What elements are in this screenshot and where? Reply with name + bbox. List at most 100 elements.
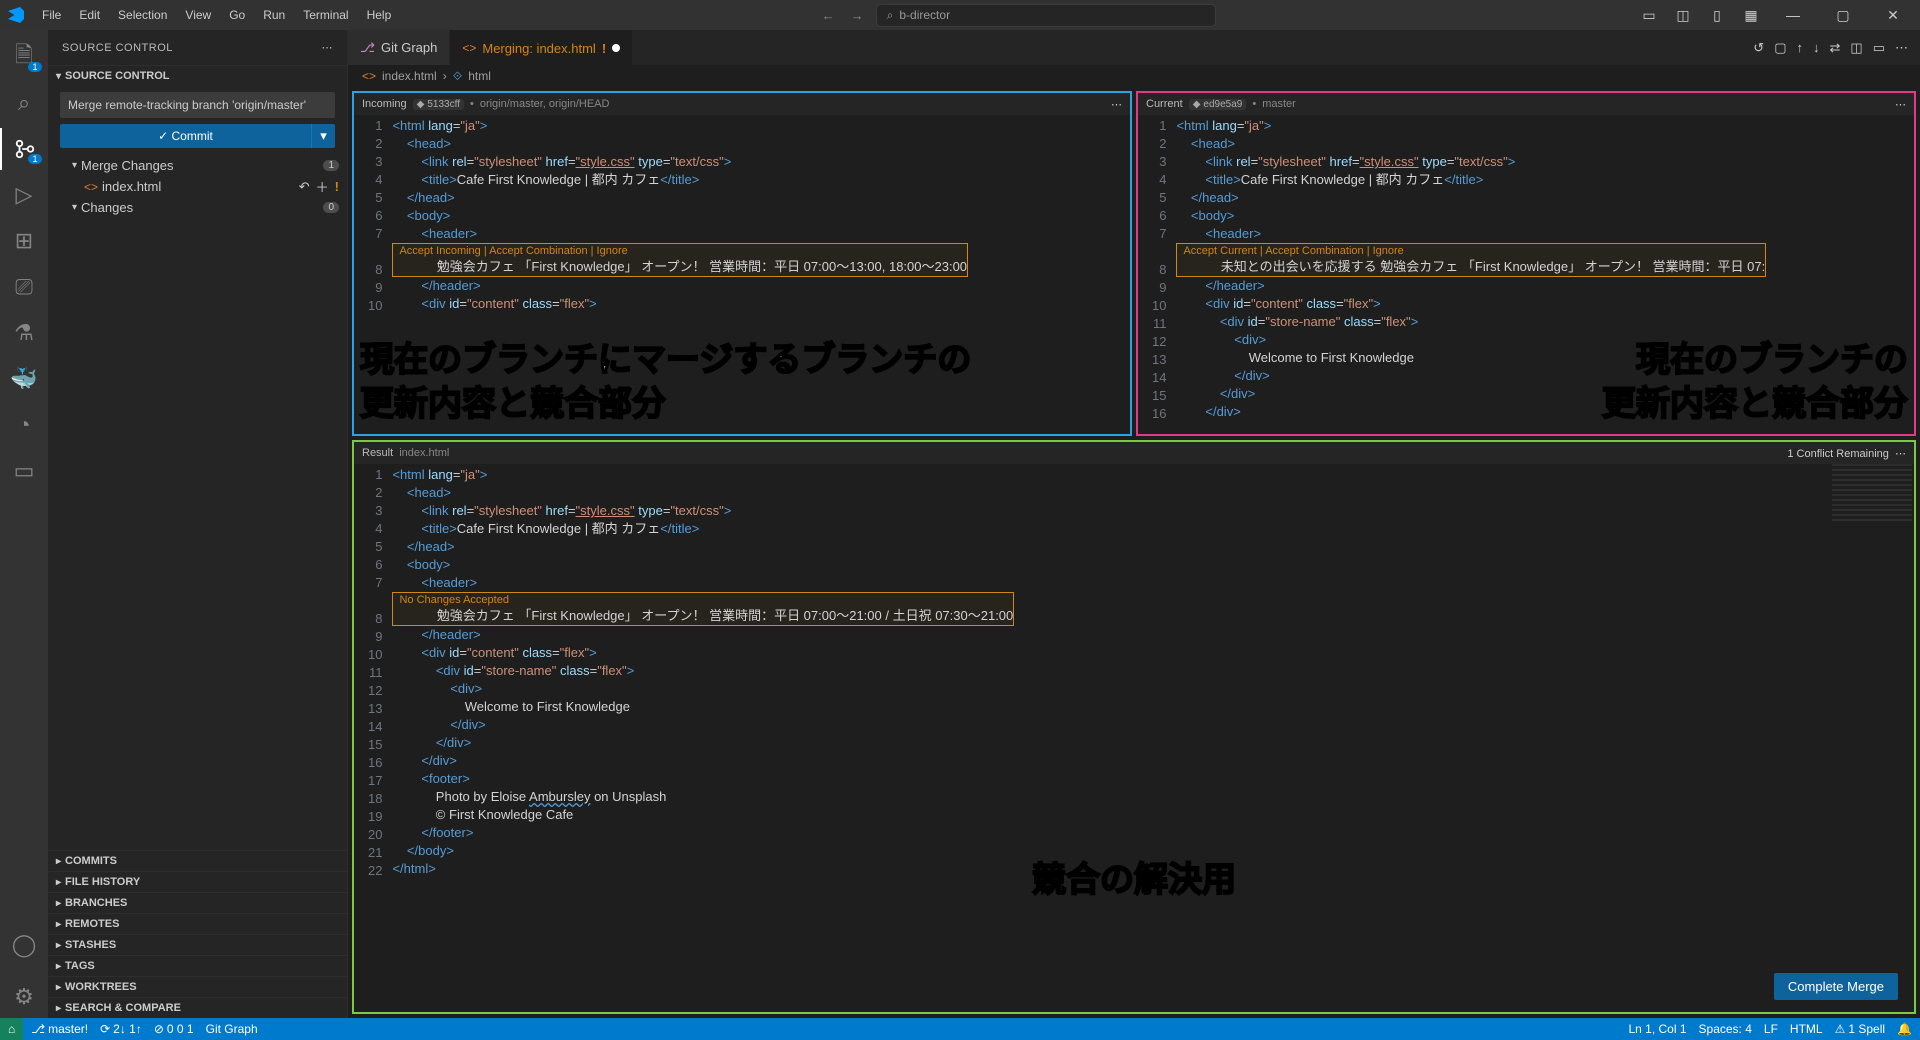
result-more[interactable]: ⋯ [1895, 448, 1906, 460]
layout-toggle-sidebar[interactable]: ◫ [1668, 0, 1698, 30]
menu-terminal[interactable]: Terminal [295, 4, 356, 26]
result-title: Result [362, 447, 393, 459]
status-sync[interactable]: ⟳ 2↓ 1↑ [100, 1022, 142, 1036]
menu-view[interactable]: View [177, 4, 219, 26]
section-file-history[interactable]: ▸FILE HISTORY [48, 871, 347, 892]
status-cursor[interactable]: Ln 1, Col 1 [1628, 1022, 1686, 1036]
status-problems[interactable]: ⊘ 0 0 1 [154, 1022, 194, 1036]
stage-icon[interactable]: ＋ [316, 177, 329, 196]
status-spell[interactable]: ⚠ 1 Spell [1835, 1022, 1885, 1036]
breadcrumb[interactable]: <>index.html›⟐html [348, 65, 1920, 87]
layout-toggle-panel[interactable]: ▭ [1634, 0, 1664, 30]
discard-icon[interactable]: ↶ [299, 179, 310, 195]
incoming-more[interactable]: ⋯ [1111, 98, 1122, 111]
incoming-branch: origin/master, origin/HEAD [480, 98, 610, 110]
activity-bar: 🗎1 ⌕ 1 ▷ ⊞ ⎚ ⚗ 🐳 ◔ ▭ ◯ ⚙ [0, 30, 48, 1018]
complete-merge-button[interactable]: Complete Merge [1774, 973, 1898, 1000]
section-branches[interactable]: ▸BRANCHES [48, 892, 347, 913]
status-language[interactable]: HTML [1790, 1022, 1823, 1036]
remote-indicator[interactable]: ⌂ [0, 1018, 23, 1040]
nav-back[interactable]: ← [818, 8, 839, 23]
menu-run[interactable]: Run [255, 4, 293, 26]
commit-message-input[interactable]: Merge remote-tracking branch 'origin/mas… [60, 92, 335, 118]
tab-git-graph[interactable]: ⎇Git Graph [348, 30, 450, 65]
editor-area: ⎇Git Graph <>Merging: index.html! ↺ ▢ ↑ … [348, 30, 1920, 1018]
window-close[interactable]: ✕ [1870, 0, 1916, 30]
menu-go[interactable]: Go [221, 4, 253, 26]
status-git-graph[interactable]: Git Graph [206, 1022, 258, 1036]
tab-merging[interactable]: <>Merging: index.html! [450, 30, 633, 65]
window-minimize[interactable]: — [1770, 0, 1816, 30]
menu-file[interactable]: File [34, 4, 69, 26]
editor-action-prev-change[interactable]: ↑ [1797, 40, 1804, 55]
incoming-title: Incoming [362, 98, 407, 110]
conflict-marker: ! [335, 179, 339, 194]
editor-action-split[interactable]: ▭ [1873, 40, 1885, 56]
sidebar-title: SOURCE CONTROL [62, 42, 173, 54]
result-pane: Result index.html 1 Conflict Remaining ⋯… [352, 440, 1916, 1014]
incoming-actions[interactable]: Accept Incoming | Accept Combination | I… [393, 244, 967, 258]
editor-action-history[interactable]: ↺ [1753, 40, 1764, 56]
current-commit[interactable]: ◆ ed9e5a9 [1189, 99, 1247, 110]
activity-testing[interactable]: ⚗ [0, 312, 48, 354]
current-actions[interactable]: Accept Current | Accept Combination | Ig… [1177, 244, 1765, 258]
activity-timeline[interactable]: ◔ [0, 404, 48, 446]
status-indentation[interactable]: Spaces: 4 [1699, 1022, 1752, 1036]
vscode-icon [8, 7, 24, 23]
unsaved-dot-icon [612, 44, 620, 52]
activity-scm[interactable]: 1 [0, 128, 48, 170]
status-branch[interactable]: ⎇ master! [31, 1022, 88, 1036]
current-editor[interactable]: 1234567 8910111213141516 <html lang="ja"… [1138, 115, 1914, 434]
command-center[interactable]: ⌕ b-director [876, 4, 1216, 27]
editor-action-more[interactable]: ⋯ [1895, 40, 1908, 56]
activity-explorer[interactable]: 🗎1 [0, 36, 48, 78]
menu-help[interactable]: Help [359, 4, 400, 26]
incoming-pane: Incoming ◆ 5133cff • origin/master, orig… [352, 91, 1132, 436]
activity-remote[interactable]: ⎚ [0, 266, 48, 308]
commit-dropdown[interactable]: ▾ [311, 124, 335, 148]
activity-run-debug[interactable]: ▷ [0, 174, 48, 216]
section-worktrees[interactable]: ▸WORKTREES [48, 976, 347, 997]
status-notifications[interactable]: 🔔 [1897, 1022, 1912, 1036]
activity-docker[interactable]: 🐳 [0, 358, 48, 400]
merge-changes-group[interactable]: ▾Merge Changes 1 [48, 156, 347, 175]
result-editor[interactable]: 1234567 8910111213141516171819202122 <ht… [354, 464, 1914, 1012]
window-maximize[interactable]: ▢ [1820, 0, 1866, 30]
minimap[interactable] [1832, 464, 1912, 524]
layout-customize[interactable]: ▦ [1736, 0, 1766, 30]
commit-button[interactable]: ✓ Commit [60, 124, 311, 148]
editor-action-swap[interactable]: ⇄ [1830, 40, 1841, 56]
activity-accounts[interactable]: ◯ [0, 924, 48, 966]
file-index-html[interactable]: <>index.html ↶＋! [48, 175, 347, 198]
status-eol[interactable]: LF [1764, 1022, 1778, 1036]
current-title: Current [1146, 98, 1183, 110]
editor-action-toggle[interactable]: ◫ [1850, 40, 1862, 56]
current-branch: master [1262, 98, 1296, 110]
section-tags[interactable]: ▸TAGS [48, 955, 347, 976]
incoming-editor[interactable]: 1234567 8910 <html lang="ja"> <head> <li… [354, 115, 1130, 434]
sidebar-more-icon[interactable]: ⋯ [322, 41, 334, 54]
activity-search[interactable]: ⌕ [0, 82, 48, 124]
section-stashes[interactable]: ▸STASHES [48, 934, 347, 955]
current-pane: Current ◆ ed9e5a9 • master ⋯ 1234567 891… [1136, 91, 1916, 436]
scm-provider-head[interactable]: ▾SOURCE CONTROL [48, 66, 347, 86]
editor-action-open-file[interactable]: ▢ [1774, 40, 1786, 56]
section-remotes[interactable]: ▸REMOTES [48, 913, 347, 934]
result-no-changes[interactable]: No Changes Accepted [393, 593, 1013, 607]
activity-extensions[interactable]: ⊞ [0, 220, 48, 262]
title-bar: File Edit Selection View Go Run Terminal… [0, 0, 1920, 30]
editor-action-next-change[interactable]: ↓ [1813, 40, 1820, 55]
result-file: index.html [399, 447, 449, 459]
menu-edit[interactable]: Edit [71, 4, 108, 26]
conflict-remaining[interactable]: 1 Conflict Remaining [1787, 448, 1889, 460]
menu-selection[interactable]: Selection [110, 4, 175, 26]
activity-settings[interactable]: ⚙ [0, 976, 48, 1018]
changes-group[interactable]: ▾Changes 0 [48, 198, 347, 217]
section-search-compare[interactable]: ▸SEARCH & COMPARE [48, 997, 347, 1018]
incoming-commit[interactable]: ◆ 5133cff [413, 99, 464, 110]
nav-forward[interactable]: → [847, 8, 868, 23]
activity-notebook[interactable]: ▭ [0, 450, 48, 492]
section-commits[interactable]: ▸COMMITS [48, 850, 347, 871]
layout-toggle-secondary[interactable]: ▯ [1702, 0, 1732, 30]
current-more[interactable]: ⋯ [1895, 98, 1906, 111]
